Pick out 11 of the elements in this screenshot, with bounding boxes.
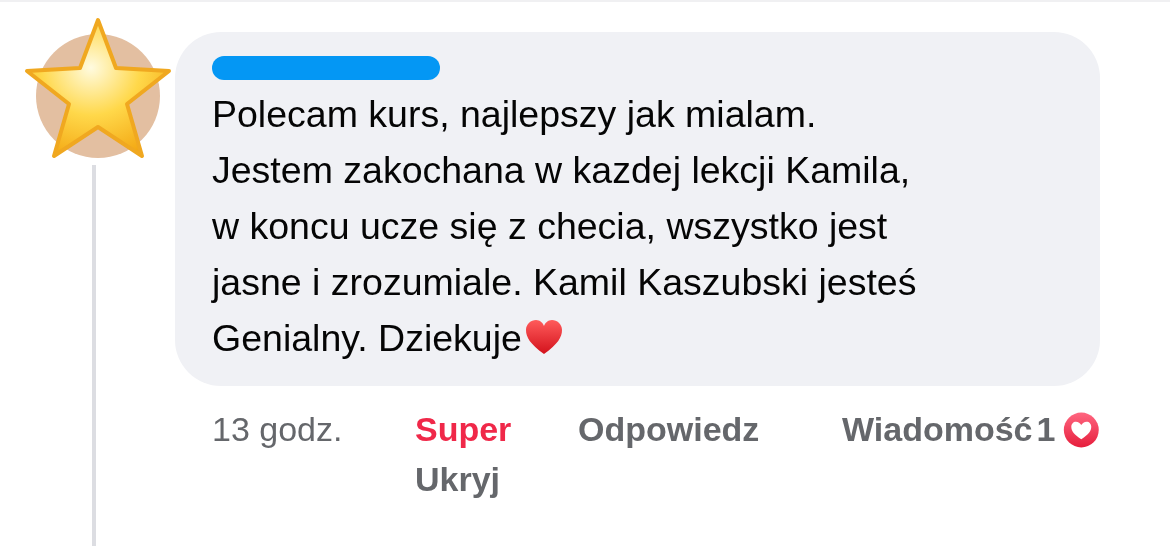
comment-line: Polecam kurs, najlepszy jak mialam. (212, 92, 817, 137)
hide-button[interactable]: Ukryj (415, 454, 578, 504)
comment-line: Genialny. Dziekuje (212, 316, 522, 361)
message-button[interactable]: Wiadomość (842, 404, 1033, 454)
timestamp: 13 godz. (212, 409, 344, 450)
like-button[interactable]: Super (415, 404, 578, 454)
reply-button[interactable]: Odpowiedz (578, 404, 842, 454)
comment-line: jasne i zrozumiale. Kamil Kaszubski jesteś (212, 260, 917, 305)
comment-line: w koncu ucze się z checia, wszystko jest (212, 204, 888, 249)
comment-line: Jestem zakochana w kazdej lekcji Kamila, (212, 148, 911, 193)
reaction-count: 1 (1036, 409, 1056, 450)
